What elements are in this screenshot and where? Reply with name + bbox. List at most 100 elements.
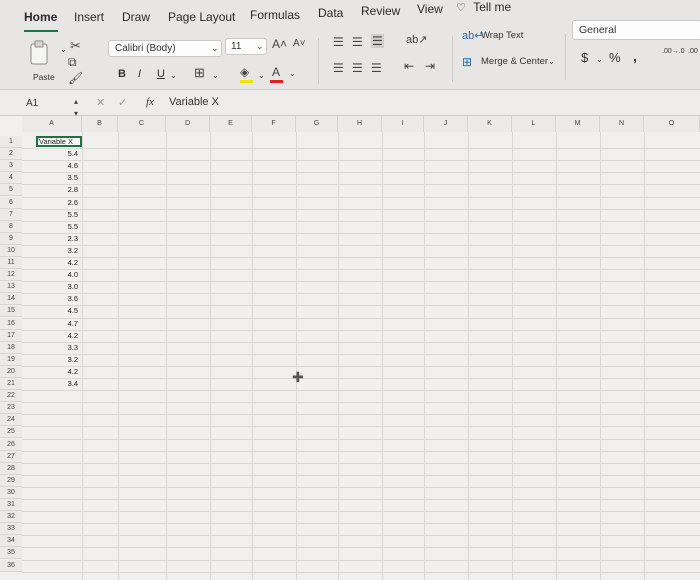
- cell-a17[interactable]: 4.2: [36, 330, 82, 342]
- row-header-24[interactable]: 24: [0, 414, 22, 427]
- italic-button[interactable]: I: [138, 68, 141, 80]
- comma-button[interactable]: ,: [633, 48, 637, 64]
- cell-a2[interactable]: 5.4: [36, 148, 82, 160]
- align-center-icon[interactable]: ☰: [352, 62, 363, 74]
- row-header-2[interactable]: 2: [0, 148, 22, 161]
- row-header-9[interactable]: 9: [0, 232, 22, 245]
- tell-me[interactable]: ♡ Tell me: [456, 0, 511, 14]
- row-header-14[interactable]: 14: [0, 293, 22, 306]
- column-header-b[interactable]: B: [82, 116, 118, 132]
- merge-icon[interactable]: ⊞: [462, 56, 472, 68]
- cell-a3[interactable]: 4.6: [36, 160, 82, 172]
- underline-button[interactable]: U: [157, 68, 165, 80]
- row-header-12[interactable]: 12: [0, 269, 22, 282]
- cell-a21[interactable]: 3.4: [36, 378, 82, 390]
- row-header-6[interactable]: 6: [0, 196, 22, 209]
- row-header-7[interactable]: 7: [0, 208, 22, 221]
- chevron-down-icon[interactable]: ⌄: [212, 70, 219, 82]
- fill-color-icon[interactable]: ◈: [240, 66, 249, 78]
- cell-a11[interactable]: 4.2: [36, 257, 82, 269]
- column-header-e[interactable]: E: [210, 116, 252, 132]
- decrease-indent-icon[interactable]: ⇤: [404, 60, 414, 72]
- tab-home[interactable]: Home: [24, 10, 57, 24]
- column-header-o[interactable]: O: [644, 116, 700, 132]
- chevron-down-icon[interactable]: ⌄: [289, 68, 296, 80]
- row-header-15[interactable]: 15: [0, 305, 22, 318]
- name-box[interactable]: A1: [26, 98, 38, 109]
- row-header-26[interactable]: 26: [0, 438, 22, 451]
- chevron-down-icon[interactable]: ⌄: [60, 44, 67, 56]
- cancel-icon[interactable]: ✕: [96, 97, 105, 109]
- percent-button[interactable]: %: [609, 50, 621, 65]
- font-name-select[interactable]: Calibri (Body) ⌄: [108, 40, 222, 57]
- cell-a16[interactable]: 4.7: [36, 318, 82, 330]
- row-header-35[interactable]: 35: [0, 547, 22, 560]
- column-header-a[interactable]: A: [22, 116, 82, 132]
- row-header-8[interactable]: 8: [0, 220, 22, 233]
- increase-indent-icon[interactable]: ⇥: [425, 60, 435, 72]
- column-header-k[interactable]: K: [468, 116, 512, 132]
- tab-draw[interactable]: Draw: [122, 10, 150, 24]
- format-painter-icon[interactable]: 🖌: [68, 72, 83, 84]
- chevron-down-icon[interactable]: ⌄: [596, 54, 603, 66]
- cell-a5[interactable]: 2.8: [36, 184, 82, 196]
- column-header-c[interactable]: C: [118, 116, 166, 132]
- align-left-icon[interactable]: ☰: [333, 62, 344, 74]
- row-header-4[interactable]: 4: [0, 172, 22, 185]
- row-header-20[interactable]: 20: [0, 365, 22, 378]
- column-header-g[interactable]: G: [296, 116, 338, 132]
- row-header-36[interactable]: 36: [0, 559, 22, 572]
- bold-button[interactable]: B: [118, 68, 126, 80]
- tab-review[interactable]: Review: [361, 4, 400, 18]
- row-header-1[interactable]: 1: [0, 136, 22, 149]
- tab-data[interactable]: Data: [318, 6, 343, 20]
- tab-insert[interactable]: Insert: [74, 10, 104, 24]
- font-size-select[interactable]: 11 ⌄: [225, 38, 267, 55]
- orientation-icon[interactable]: ab↗: [406, 34, 427, 46]
- column-header-m[interactable]: M: [556, 116, 600, 132]
- tab-view[interactable]: View: [417, 2, 443, 16]
- cell-a18[interactable]: 3.3: [36, 342, 82, 354]
- formula-content[interactable]: Variable X: [169, 96, 219, 108]
- wrap-text-button[interactable]: Wrap Text: [481, 30, 523, 41]
- row-header-16[interactable]: 16: [0, 317, 22, 330]
- font-color-icon[interactable]: A: [272, 66, 280, 78]
- column-header-d[interactable]: D: [166, 116, 210, 132]
- align-top-icon[interactable]: ☰: [333, 36, 344, 48]
- row-header-11[interactable]: 11: [0, 257, 22, 270]
- column-header-f[interactable]: F: [252, 116, 296, 132]
- number-format-select[interactable]: General: [572, 20, 700, 40]
- cell-a8[interactable]: 5.5: [36, 221, 82, 233]
- row-header-32[interactable]: 32: [0, 511, 22, 524]
- align-bottom-icon[interactable]: ☰: [371, 34, 384, 48]
- row-header-5[interactable]: 5: [0, 184, 22, 197]
- row-header-25[interactable]: 25: [0, 426, 22, 439]
- tab-page-layout[interactable]: Page Layout: [168, 10, 235, 24]
- copy-icon[interactable]: ⧉: [68, 56, 77, 68]
- column-header-i[interactable]: I: [382, 116, 424, 132]
- merge-center-button[interactable]: Merge & Center: [481, 56, 548, 67]
- currency-button[interactable]: $: [581, 50, 588, 65]
- cell-a20[interactable]: 4.2: [36, 366, 82, 378]
- row-header-23[interactable]: 23: [0, 402, 22, 415]
- cell-a15[interactable]: 4.5: [36, 305, 82, 317]
- column-header-n[interactable]: N: [600, 116, 644, 132]
- tab-formulas[interactable]: Formulas: [250, 8, 300, 22]
- decrease-decimal-button[interactable]: .00: [688, 48, 698, 55]
- decrease-font-icon[interactable]: A˅: [293, 38, 306, 50]
- align-middle-icon[interactable]: ☰: [352, 36, 363, 48]
- column-header-h[interactable]: H: [338, 116, 382, 132]
- row-header-30[interactable]: 30: [0, 486, 22, 499]
- cell-a7[interactable]: 5.5: [36, 209, 82, 221]
- row-header-31[interactable]: 31: [0, 499, 22, 512]
- spreadsheet-grid[interactable]: ABCDEFGHIJKLMNO 1 2 3 4 5 6 7 8 9 10 11 12 13 14 15 16 1…: [0, 116, 700, 580]
- cell-a19[interactable]: 3.2: [36, 354, 82, 366]
- align-right-icon[interactable]: ☰: [371, 62, 382, 74]
- chevron-down-icon[interactable]: ⌄: [258, 70, 265, 82]
- cell-a10[interactable]: 3.2: [36, 245, 82, 257]
- fx-button[interactable]: fx: [146, 96, 154, 108]
- row-header-27[interactable]: 27: [0, 450, 22, 463]
- cut-icon[interactable]: ✂: [70, 39, 81, 52]
- row-header-18[interactable]: 18: [0, 341, 22, 354]
- row-header-10[interactable]: 10: [0, 244, 22, 257]
